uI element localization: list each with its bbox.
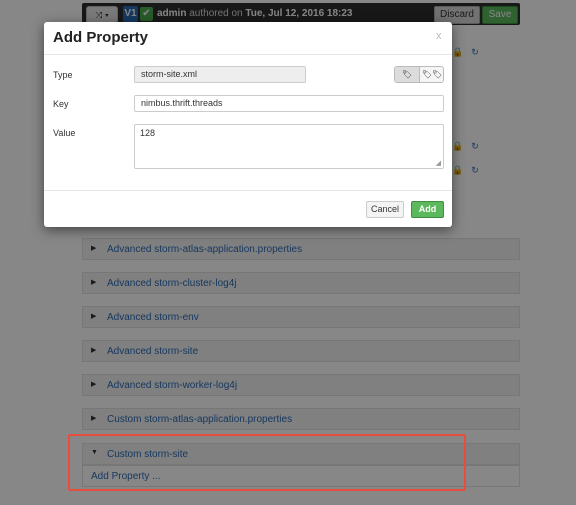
key-label: Key (53, 99, 69, 109)
property-type-toggle: 🏷 🏷🏷 (394, 66, 444, 83)
highlight-box (68, 434, 466, 491)
close-icon[interactable]: x (436, 30, 442, 42)
type-label: Type (53, 70, 73, 80)
dialog-footer: Cancel Add (44, 190, 452, 228)
key-input[interactable]: nimbus.thrift.threads (134, 95, 444, 112)
add-property-dialog: Add Property x Type storm-site.xml 🏷 🏷🏷 … (44, 22, 452, 227)
add-button[interactable]: Add (411, 201, 444, 218)
cancel-button[interactable]: Cancel (366, 201, 404, 218)
multi-tag-icon[interactable]: 🏷🏷 (420, 67, 443, 82)
value-label: Value (53, 128, 76, 138)
resize-handle-icon[interactable]: ◢ (436, 159, 441, 167)
value-textarea[interactable]: 128 ◢ (134, 124, 444, 169)
value-text: 128 (140, 128, 156, 138)
dialog-header: Add Property x (44, 22, 452, 55)
single-tag-icon[interactable]: 🏷 (395, 67, 420, 82)
dialog-title: Add Property (53, 29, 149, 46)
type-field: storm-site.xml (134, 66, 306, 83)
